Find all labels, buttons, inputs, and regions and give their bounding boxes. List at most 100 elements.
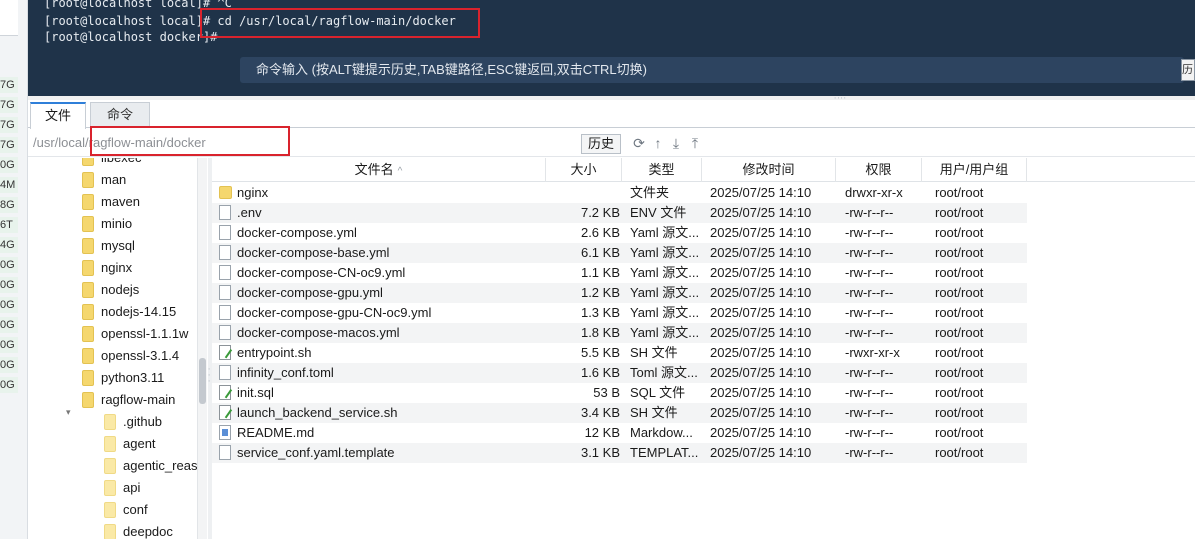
left-disk-panel: 7G 7G 7G 7G 0G 4M 8G 6T 4G 0G 0G 0G 0G 0G 0G 0G bbox=[0, 0, 28, 539]
file-row[interactable]: service_conf.yaml.template 3.1 KB TEMPLAT.… bbox=[212, 443, 1027, 463]
tree-scrollbar[interactable] bbox=[197, 158, 207, 539]
column-header-name[interactable]: 文件名 ^ bbox=[212, 158, 546, 182]
tree-item[interactable]: agent bbox=[104, 433, 156, 455]
tree-item[interactable]: libexec bbox=[82, 158, 141, 169]
file-row[interactable]: docker-compose-CN-oc9.yml 1.1 KB Yaml 源文..… bbox=[212, 263, 1027, 283]
tree-item[interactable]: openssl-3.1.4 bbox=[82, 345, 179, 367]
folder-icon bbox=[82, 391, 94, 408]
folder-icon bbox=[82, 158, 94, 166]
folder-icon bbox=[82, 369, 94, 386]
file-row[interactable]: docker-compose-gpu-CN-oc9.yml 1.3 KB Yaml … bbox=[212, 303, 1027, 323]
tree-item[interactable]: nodejs bbox=[82, 279, 139, 301]
column-header-type[interactable]: 类型 bbox=[622, 158, 702, 182]
file-row[interactable]: entrypoint.sh 5.5 KB SH 文件 2025/07/25 14:10… bbox=[212, 343, 1027, 363]
directory-tree[interactable]: ▾ libexec man maven minio mysql nginx nodejs nod… bbox=[28, 158, 209, 539]
tree-item[interactable]: maven bbox=[82, 191, 140, 213]
file-icon bbox=[219, 305, 231, 320]
file-modified: 2025/07/25 14:10 bbox=[710, 365, 812, 380]
file-size: 2.6 KB bbox=[580, 225, 620, 240]
tree-item[interactable]: conf bbox=[104, 499, 148, 521]
file-row[interactable]: docker-compose-base.yml 6.1 KB Yaml 源文... 2… bbox=[212, 243, 1027, 263]
tree-item[interactable]: openssl-1.1.1w bbox=[82, 323, 188, 345]
tree-item[interactable]: deepdoc bbox=[104, 521, 173, 539]
file-type: SH 文件 bbox=[630, 345, 678, 360]
tree-item-label: openssl-1.1.1w bbox=[101, 326, 189, 341]
file-row[interactable]: docker-compose-gpu.yml 1.2 KB Yaml 源文... 20… bbox=[212, 283, 1027, 303]
file-name: README.md bbox=[237, 425, 315, 440]
file-size: 12 KB bbox=[584, 425, 620, 440]
folder-icon bbox=[104, 413, 116, 430]
history-button[interactable]: 历史 bbox=[581, 134, 621, 154]
command-input[interactable]: 命令输入 (按ALT键提示历史,TAB键路径,ESC键返回,双击CTRL切换) bbox=[240, 57, 1184, 83]
tree-item[interactable]: nodejs-14.15 bbox=[82, 301, 176, 323]
file-size: 5.5 KB bbox=[580, 345, 620, 360]
disk-size-label: 0G bbox=[0, 317, 18, 333]
terminal-line: [root@localhost local]# cd /usr/local/ra… bbox=[44, 14, 456, 28]
tree-item-label: python3.11 bbox=[101, 370, 165, 385]
tree-item[interactable]: nginx bbox=[82, 257, 132, 279]
disk-size-label: 7G bbox=[0, 117, 18, 133]
file-size: 1.1 KB bbox=[580, 265, 620, 280]
file-size: 7.2 KB bbox=[580, 205, 620, 220]
command-history-button[interactable]: 历 bbox=[1181, 59, 1195, 81]
disk-size-label: 7G bbox=[0, 137, 18, 153]
column-header-permissions[interactable]: 权限 bbox=[836, 158, 922, 182]
file-name: docker-compose-gpu.yml bbox=[237, 285, 383, 300]
file-modified: 2025/07/25 14:10 bbox=[710, 325, 812, 340]
file-perm: -rw-r--r-- bbox=[845, 305, 894, 320]
disk-size-label: 8G bbox=[0, 197, 18, 213]
tree-item[interactable]: ragflow-main bbox=[82, 389, 175, 411]
tab-commands[interactable]: 命令 bbox=[90, 102, 150, 128]
upload-icon[interactable]: ⤒ bbox=[686, 134, 704, 152]
folder-icon bbox=[82, 215, 94, 232]
tree-item-label: api bbox=[123, 480, 141, 495]
tree-item[interactable]: .github bbox=[104, 411, 162, 433]
file-row[interactable]: .env 7.2 KB ENV 文件 2025/07/25 14:10 -rw-r--r… bbox=[212, 203, 1027, 223]
file-name: docker-compose-base.yml bbox=[237, 245, 390, 260]
file-row[interactable]: nginx 文件夹 2025/07/25 14:10 drwxr-xr-x root/r… bbox=[212, 183, 1027, 203]
collapse-arrow-icon[interactable]: ▾ bbox=[66, 401, 76, 423]
column-header-modified[interactable]: 修改时间 bbox=[702, 158, 836, 182]
file-row[interactable]: init.sql 53 B SQL 文件 2025/07/25 14:10 -rw-r-… bbox=[212, 383, 1027, 403]
disk-size-label: 0G bbox=[0, 157, 18, 173]
tree-item[interactable]: agentic_reasc bbox=[104, 455, 204, 477]
column-header-size[interactable]: 大小 bbox=[546, 158, 622, 182]
file-name: docker-compose.yml bbox=[237, 225, 357, 240]
download-icon[interactable]: ⤓ bbox=[667, 134, 685, 152]
tree-item[interactable]: man bbox=[82, 169, 126, 191]
file-row[interactable]: docker-compose.yml 2.6 KB Yaml 源文... 2025/0… bbox=[212, 223, 1027, 243]
file-modified: 2025/07/25 14:10 bbox=[710, 285, 812, 300]
file-perm: -rw-r--r-- bbox=[845, 225, 894, 240]
file-icon bbox=[219, 325, 231, 340]
tab-bar: 文件 命令 bbox=[28, 100, 1195, 129]
terminal[interactable]: [root@localhost local]# ^C [root@localho… bbox=[28, 0, 1195, 96]
file-perm: -rwxr-xr-x bbox=[845, 345, 900, 360]
scrollbar-thumb[interactable] bbox=[199, 358, 206, 404]
file-size bbox=[546, 183, 620, 203]
column-header-owner[interactable]: 用户/用户组 bbox=[922, 158, 1027, 182]
file-modified: 2025/07/25 14:10 bbox=[710, 205, 812, 220]
file-type: Yaml 源文... bbox=[630, 285, 700, 300]
refresh-icon[interactable]: ⟳ bbox=[630, 134, 648, 152]
file-owner: root/root bbox=[935, 285, 984, 300]
file-perm: -rw-r--r-- bbox=[845, 405, 894, 420]
path-input[interactable] bbox=[32, 132, 286, 154]
file-icon bbox=[219, 285, 231, 300]
tree-item[interactable]: mysql bbox=[82, 235, 135, 257]
folder-icon bbox=[104, 435, 116, 452]
folder-icon bbox=[82, 259, 94, 276]
file-type: SQL 文件 bbox=[630, 385, 686, 400]
tree-item[interactable]: api bbox=[104, 477, 140, 499]
tree-item[interactable]: python3.11 bbox=[82, 367, 164, 389]
file-row[interactable]: infinity_conf.toml 1.6 KB Toml 源文... 2025/0… bbox=[212, 363, 1027, 383]
file-modified: 2025/07/25 14:10 bbox=[710, 445, 812, 460]
up-arrow-icon[interactable]: ↑ bbox=[649, 134, 667, 152]
tree-item[interactable]: minio bbox=[82, 213, 132, 235]
file-row[interactable]: docker-compose-macos.yml 1.8 KB Yaml 源文...… bbox=[212, 323, 1027, 343]
file-owner: root/root bbox=[935, 445, 984, 460]
file-type: TEMPLAT... bbox=[630, 445, 699, 460]
column-name-label: 文件名 bbox=[354, 162, 394, 177]
tab-files[interactable]: 文件 bbox=[30, 102, 86, 129]
file-row[interactable]: launch_backend_service.sh 3.4 KB SH 文件 2025… bbox=[212, 403, 1027, 423]
file-row[interactable]: README.md 12 KB Markdow... 2025/07/25 14:10… bbox=[212, 423, 1027, 443]
